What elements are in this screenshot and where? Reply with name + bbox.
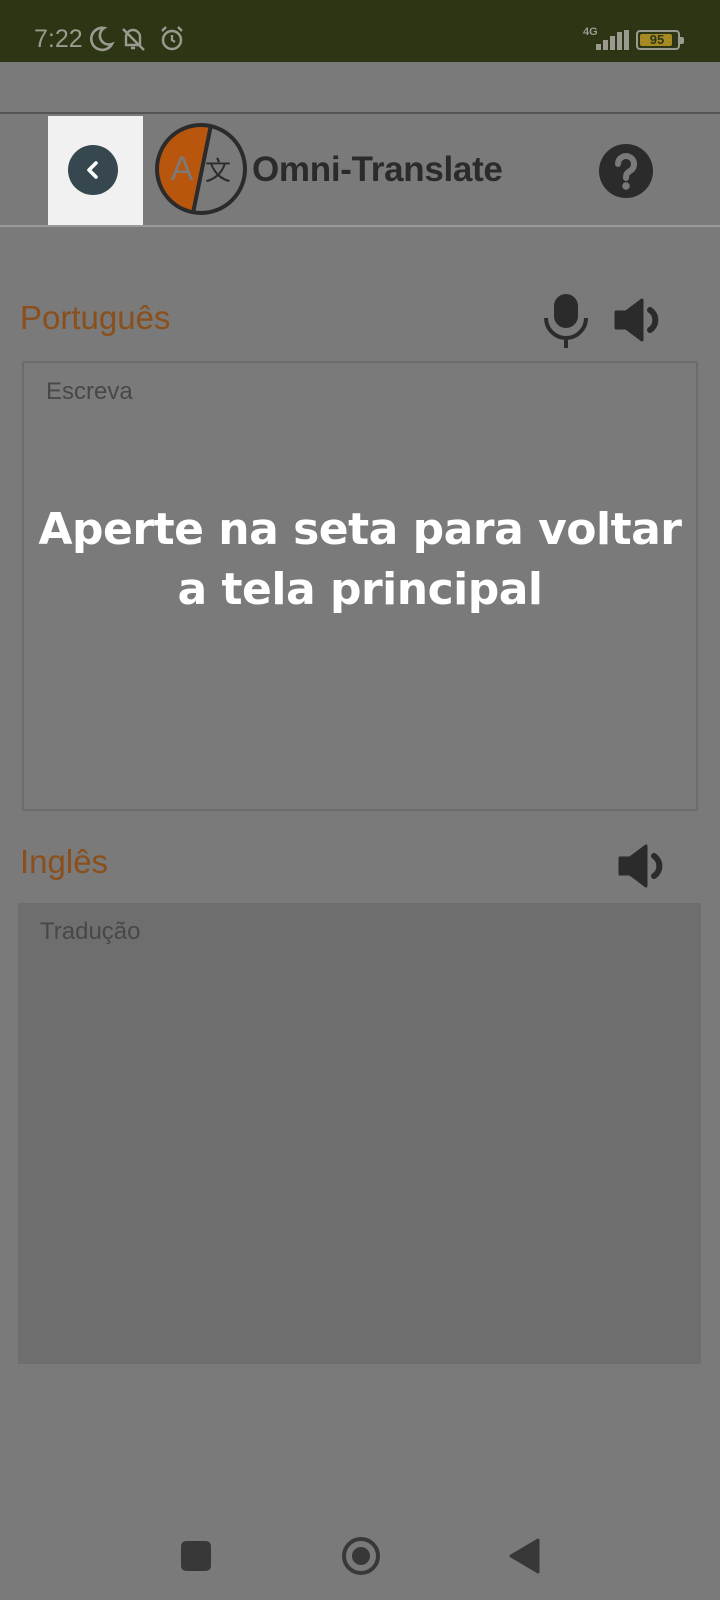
moon-icon: [89, 26, 115, 52]
help-icon[interactable]: [598, 143, 654, 199]
translation-output: Tradução: [18, 903, 701, 1364]
signal-icon: [596, 30, 630, 50]
svg-text:A: A: [171, 150, 194, 188]
microphone-icon[interactable]: [540, 292, 592, 348]
alarm-icon: [161, 26, 183, 51]
back-button[interactable]: [68, 145, 118, 195]
source-speaker-icon[interactable]: [612, 296, 670, 344]
svg-text:文: 文: [205, 157, 231, 187]
recents-square-icon[interactable]: [181, 1541, 211, 1571]
home-circle-icon[interactable]: [340, 1535, 382, 1577]
tutorial-message: Aperte na seta para voltar a tela princi…: [38, 504, 682, 615]
battery-level: 95: [649, 32, 665, 47]
source-placeholder: Escreva: [46, 378, 133, 405]
mute-bell-icon: [122, 28, 145, 51]
back-triangle-icon[interactable]: [508, 1537, 540, 1575]
target-placeholder: Tradução: [40, 918, 141, 945]
back-arrow-icon: [87, 161, 98, 179]
target-speaker-icon[interactable]: [616, 842, 674, 890]
battery-icon: 95: [636, 30, 684, 50]
status-bar: 7:22 4G 95: [0, 0, 720, 62]
translate-logo-icon: A 文: [155, 123, 247, 215]
source-language-label[interactable]: Português: [20, 298, 170, 338]
app-title: Omni-Translate: [252, 150, 503, 189]
header-divider-top: [0, 112, 720, 114]
header-divider-bottom: [0, 225, 720, 227]
status-time: 7:22: [34, 25, 83, 53]
target-language-label[interactable]: Inglês: [20, 842, 108, 882]
